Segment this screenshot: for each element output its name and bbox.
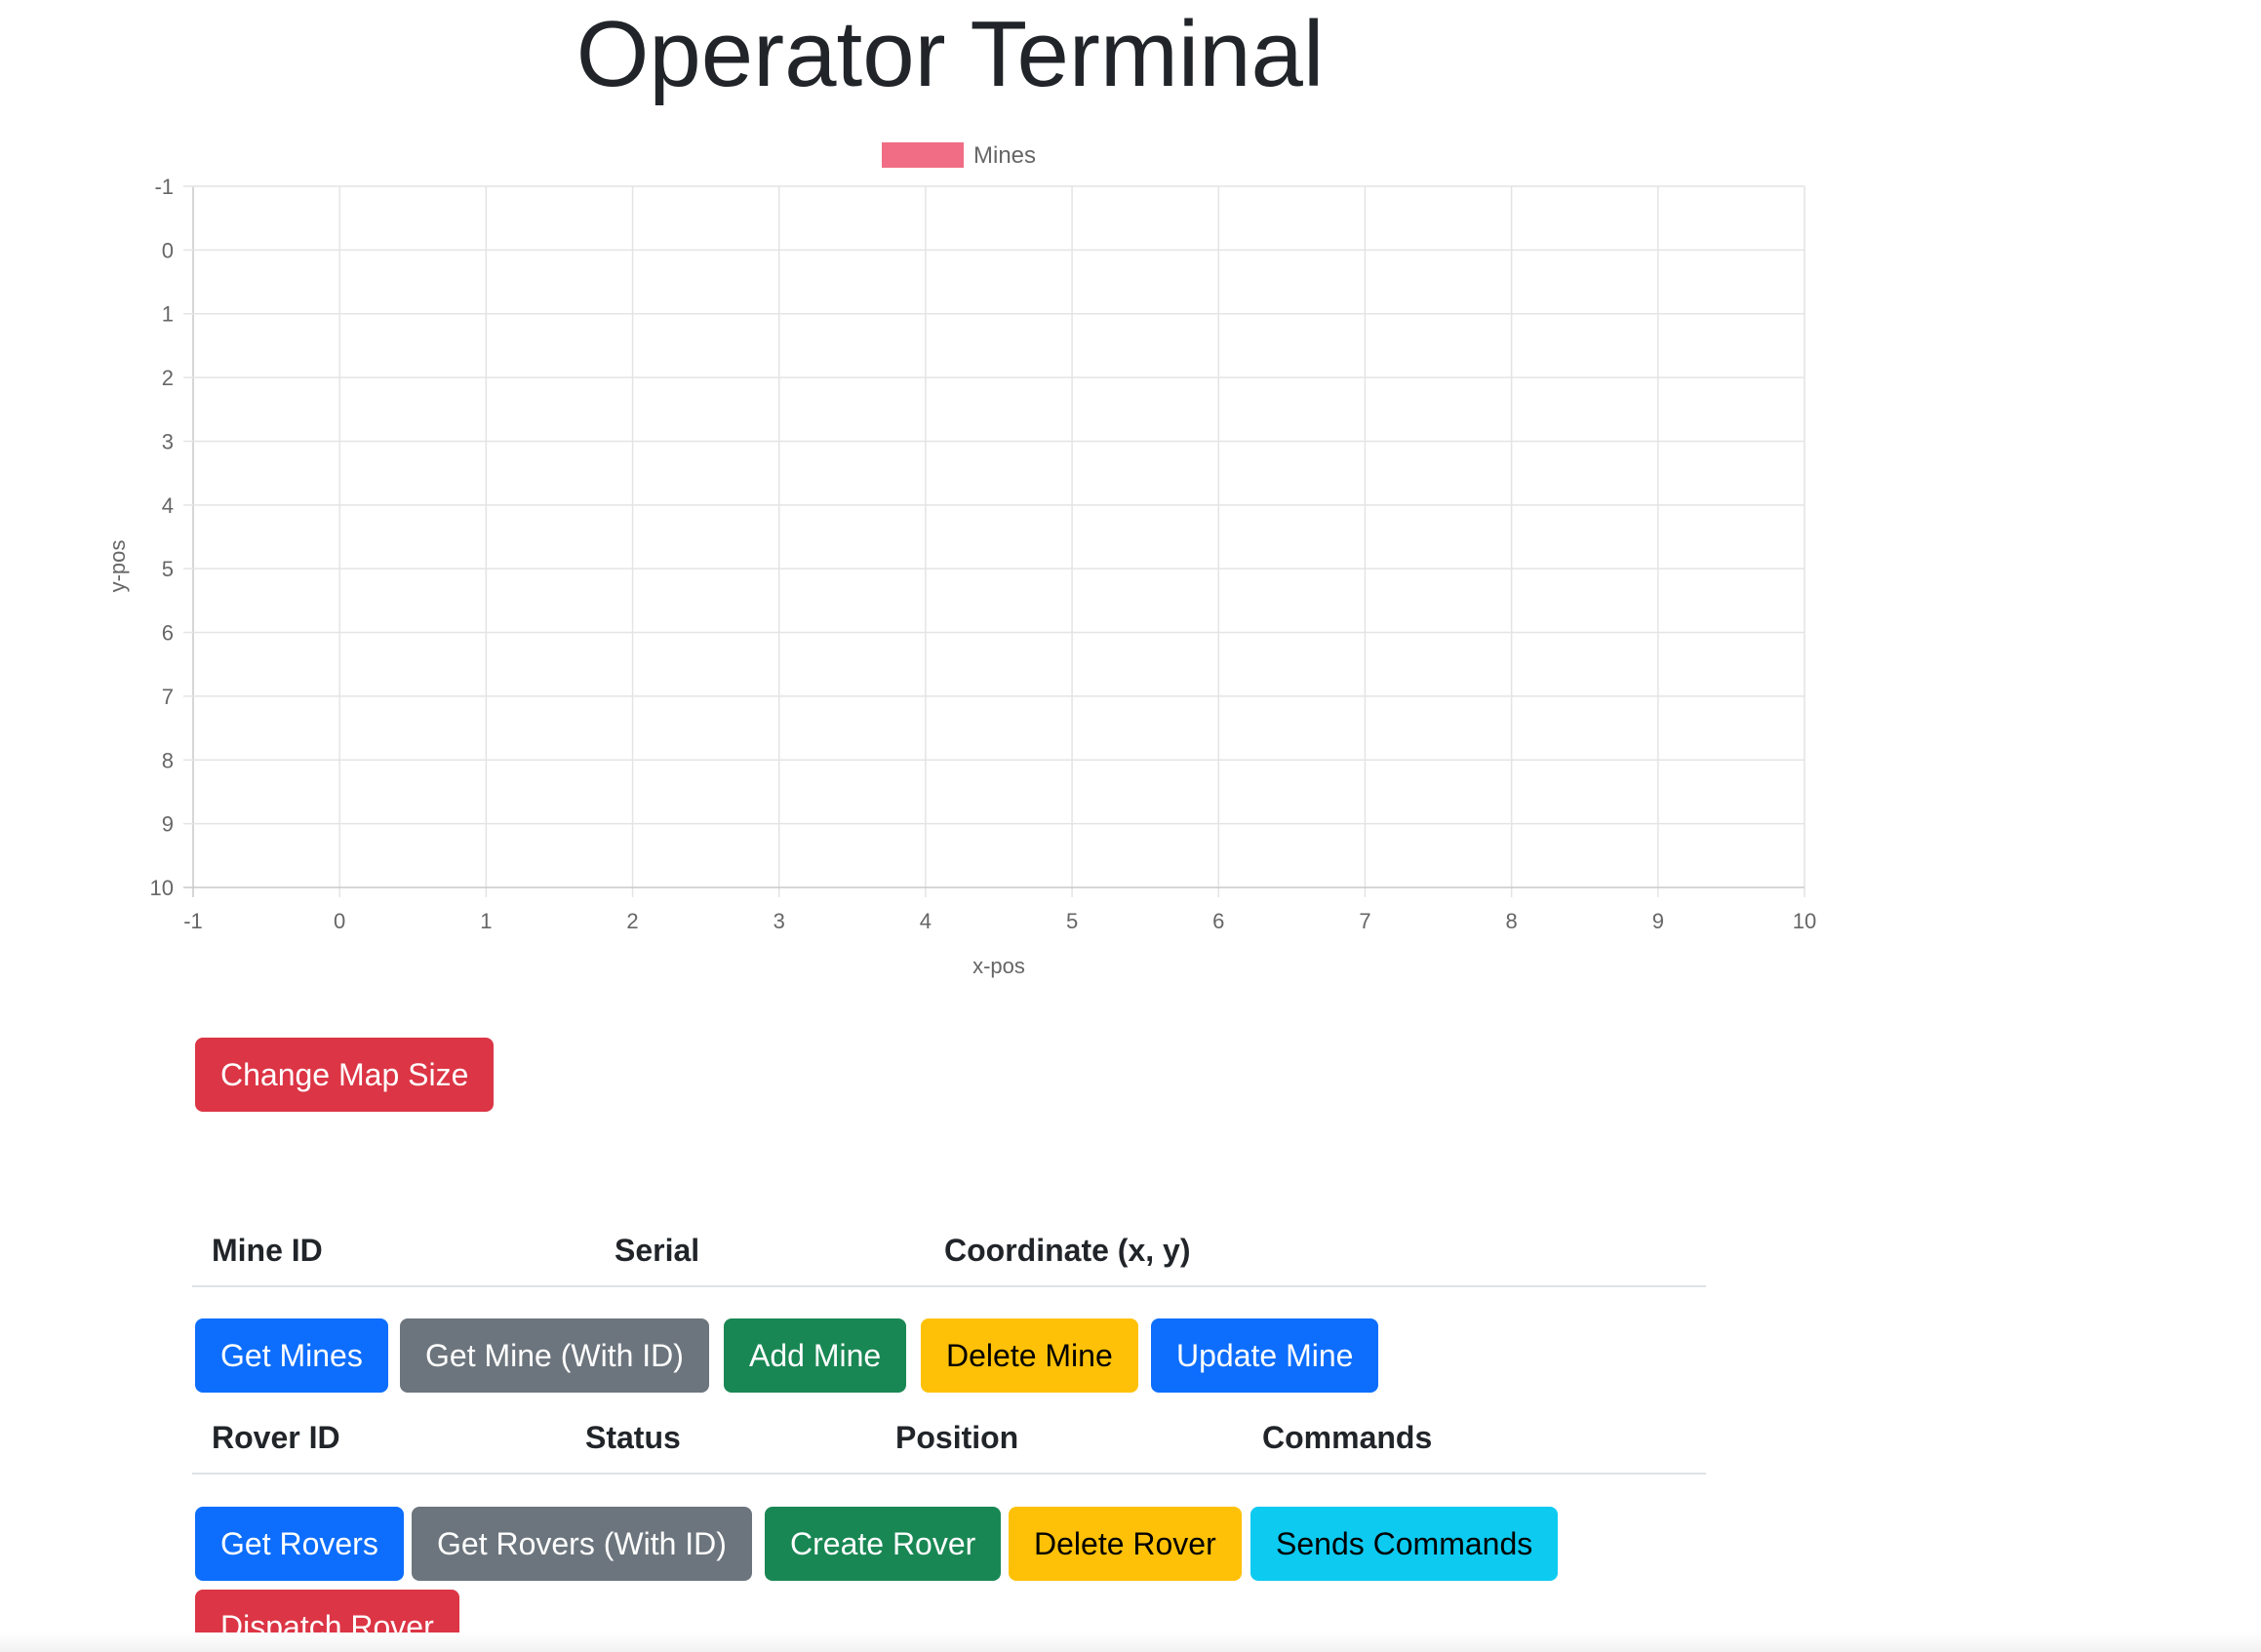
get-mine-with-id-button[interactable]: Get Mine (With ID) [400,1318,709,1393]
mines-scatter-chart: -1 0 1 2 3 4 5 6 7 8 9 10 -1 0 1 2 3 4 5 6 7 8 9 10 Mines x-pos… [105,142,1817,978]
x-tick-label: 3 [774,909,785,933]
rovers-table-rule [192,1473,1706,1475]
y-tick-label: 4 [162,493,174,518]
update-mine-button[interactable]: Update Mine [1151,1318,1379,1393]
x-tick-label: 10 [1793,909,1816,933]
y-tick-label: 7 [162,685,174,709]
rovers-header-commands: Commands [1262,1420,1433,1455]
x-tick-label: 1 [480,909,492,933]
chart-grid [183,185,1805,897]
x-tick-label: 6 [1212,909,1224,933]
x-tick-label: 8 [1506,909,1518,933]
y-tick-label: 8 [162,748,174,772]
y-tick-label: 3 [162,429,174,453]
y-tick-label: 0 [162,238,174,262]
legend-label[interactable]: Mines [973,142,1036,169]
operator-terminal-page: Operator Terminal -1 0 1 2 3 4 5 6 7 8 9 10 -1 0 1 2 3 4 5… [0,0,2261,1652]
x-tick-label: 9 [1652,909,1664,933]
y-axis-label: y-pos [105,540,130,593]
delete-rover-button[interactable]: Delete Rover [1009,1507,1242,1581]
y-tick-label: 10 [150,876,174,900]
delete-mine-button[interactable]: Delete Mine [921,1318,1138,1393]
x-axis-label: x-pos [972,954,1025,978]
x-tick-label: -1 [183,909,203,933]
rovers-header-status: Status [585,1420,681,1455]
y-tick-label: 6 [162,621,174,646]
rovers-header-position: Position [895,1420,1019,1455]
x-tick-label: 4 [920,909,932,933]
add-mine-button[interactable]: Add Mine [724,1318,907,1393]
x-tick-label: 2 [626,909,638,933]
y-tick-label: 2 [162,366,174,390]
y-tick-label: 1 [162,302,174,327]
mines-header-serial: Serial [615,1233,700,1268]
get-rovers-with-id-button[interactable]: Get Rovers (With ID) [412,1507,752,1581]
y-tick-label: 9 [162,812,174,837]
y-tick-label: -1 [154,175,174,199]
mines-header-coordinate: Coordinate (x, y) [944,1233,1191,1268]
y-tick-label: 5 [162,557,174,581]
x-tick-label: 0 [334,909,345,933]
mines-table-rule [192,1285,1706,1287]
x-tick-label: 7 [1359,909,1370,933]
window-bottom-edge [0,1632,2261,1652]
chart-ticks: -1 0 1 2 3 4 5 6 7 8 9 10 -1 0 1 2 3 4 5 6 7 8 9 10 [150,175,1817,933]
sends-commands-button[interactable]: Sends Commands [1250,1507,1559,1581]
rovers-header-rover-id: Rover ID [212,1420,340,1455]
get-mines-button[interactable]: Get Mines [195,1318,388,1393]
page-title: Operator Terminal [575,2,1325,106]
create-rover-button[interactable]: Create Rover [765,1507,1002,1581]
chart-legend[interactable]: Mines [882,142,1036,169]
legend-swatch[interactable] [882,142,964,168]
change-map-size-button[interactable]: Change Map Size [195,1038,495,1112]
mines-header-mine-id: Mine ID [212,1233,323,1268]
get-rovers-button[interactable]: Get Rovers [195,1507,404,1581]
x-tick-label: 5 [1066,909,1078,933]
